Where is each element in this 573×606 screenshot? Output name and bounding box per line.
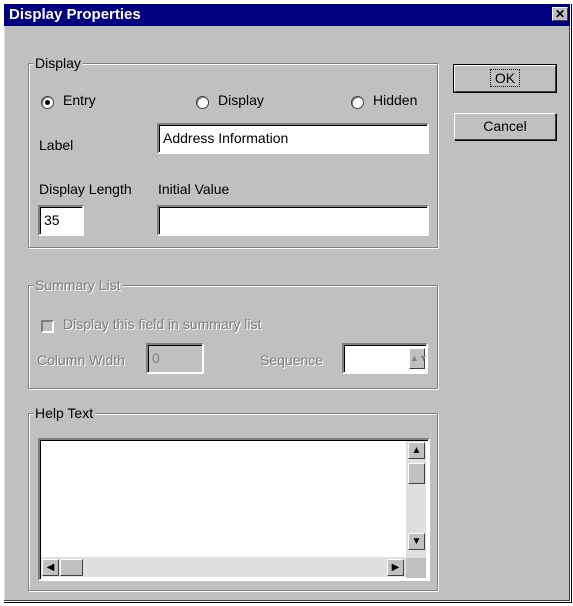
horizontal-scrollbar[interactable] bbox=[41, 557, 406, 577]
display-radio[interactable] bbox=[196, 96, 209, 109]
scroll-left-button[interactable]: ◀ bbox=[42, 559, 59, 576]
initial-value-input[interactable] bbox=[157, 205, 429, 236]
help-text-legend: Help Text bbox=[33, 405, 96, 421]
entry-radio[interactable] bbox=[41, 96, 54, 109]
entry-radio-label[interactable]: Entry bbox=[63, 92, 96, 108]
display-radio-label[interactable]: Display bbox=[218, 92, 264, 108]
right-arrow-icon: ▶ bbox=[391, 562, 400, 573]
cancel-button[interactable]: Cancel bbox=[454, 113, 556, 140]
summary-list-group: Summary List Display this field in summa… bbox=[28, 277, 438, 389]
scroll-up-button[interactable]: ▲ bbox=[408, 442, 425, 459]
cancel-button-label: Cancel bbox=[483, 118, 527, 134]
up-arrow-icon: ▲ bbox=[411, 445, 422, 456]
window-title: Display Properties bbox=[9, 6, 141, 23]
left-arrow-icon: ◀ bbox=[46, 562, 55, 573]
display-group-legend: Display bbox=[33, 55, 83, 71]
column-width-input[interactable]: 0 bbox=[146, 343, 204, 374]
label-input[interactable]: Address Information bbox=[157, 123, 429, 154]
hidden-radio-label[interactable]: Hidden bbox=[373, 92, 417, 108]
initial-value-caption: Initial Value bbox=[158, 181, 230, 197]
summary-list-checkbox-label[interactable]: Display this field in summary list bbox=[63, 316, 261, 332]
scrollbar-corner bbox=[406, 558, 426, 578]
label-caption: Label bbox=[39, 137, 74, 153]
summary-list-legend: Summary List bbox=[33, 277, 123, 293]
ok-button-label: OK bbox=[489, 69, 521, 87]
scroll-down-button[interactable]: ▼ bbox=[408, 533, 425, 550]
display-group: Display Entry Display Hidden Label Addre… bbox=[28, 55, 438, 248]
column-width-caption: Column Width bbox=[37, 352, 125, 368]
scroll-right-button[interactable]: ▶ bbox=[387, 559, 404, 576]
help-text-group: Help Text ▲ ▼ ◀ ▶ bbox=[28, 405, 438, 591]
close-button[interactable]: ✕ bbox=[552, 7, 568, 21]
sequence-spin-button[interactable]: ▲▼ bbox=[409, 348, 428, 369]
display-length-input[interactable]: 35 bbox=[38, 205, 84, 236]
title-bar[interactable]: Display Properties ✕ bbox=[4, 4, 570, 26]
hidden-radio[interactable] bbox=[351, 96, 364, 109]
display-properties-dialog: Display Properties ✕ Display Entry Displ… bbox=[3, 3, 571, 602]
sequence-caption: Sequence bbox=[260, 352, 324, 368]
horizontal-scroll-thumb[interactable] bbox=[60, 559, 83, 576]
display-length-caption: Display Length bbox=[39, 181, 132, 197]
close-icon: ✕ bbox=[554, 7, 566, 21]
summary-list-checkbox[interactable] bbox=[41, 320, 54, 333]
vertical-scroll-thumb[interactable] bbox=[408, 463, 425, 484]
ok-button[interactable]: OK bbox=[453, 64, 557, 93]
down-arrow-icon: ▼ bbox=[411, 536, 422, 547]
spin-arrows-icon: ▲▼ bbox=[410, 353, 428, 363]
